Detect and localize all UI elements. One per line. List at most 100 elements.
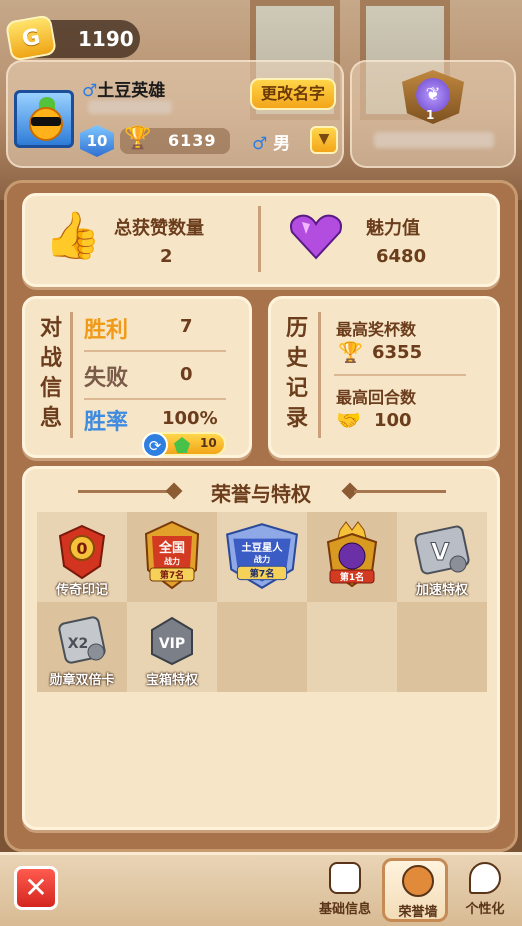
battle-title-char: 息 (39, 406, 62, 431)
lose-label: 失败 (84, 366, 129, 391)
male-icon: ♂ (252, 134, 268, 154)
honor-tile-potato-star[interactable]: 土豆星人 战力 第7名 (217, 512, 307, 602)
handshake-icon: 🤝 (336, 408, 361, 432)
battle-title-char: 信 (39, 376, 62, 401)
tab-label: 基础信息 (318, 902, 371, 917)
honor-tile-national[interactable]: 全国 战力 第7名 (127, 512, 217, 602)
gender-dropdown[interactable]: ▼ (310, 126, 338, 154)
badge-line: 第1名 (340, 571, 364, 583)
blurred-id (88, 100, 172, 114)
honor-tile-speed[interactable]: V 加速特权 (397, 512, 487, 602)
likes-label: 总获赞数量 (114, 218, 204, 239)
history-title-char: 记 (285, 376, 308, 401)
rename-button[interactable]: 更改名字 (250, 78, 336, 110)
tab-personalize[interactable]: 个性化 (452, 858, 518, 922)
gold-coin-icon: G (4, 14, 58, 62)
double-medal-card-icon: X2 (58, 616, 106, 664)
trophy-count: 6139 (168, 131, 217, 150)
max-trophy-label: 最高奖杯数 (336, 320, 417, 339)
battle-title-char: 对 (39, 316, 62, 341)
honor-tile-empty (217, 602, 307, 692)
chevron-down-icon: ▼ (318, 131, 330, 147)
row-divider (84, 350, 226, 352)
win-value: 7 (180, 316, 193, 337)
legend-count: 0 (76, 539, 87, 558)
max-round-label: 最高回合数 (336, 388, 417, 407)
honor-tile-empty (307, 602, 397, 692)
reset-stats-button[interactable]: ⟳ 10 (142, 432, 226, 458)
divider (318, 312, 321, 438)
divider (70, 312, 73, 438)
history-title-char: 史 (285, 346, 308, 371)
charm-value: 6480 (376, 246, 427, 267)
badge-line: 第7名 (250, 568, 275, 580)
blurred-text (374, 132, 494, 148)
battle-title-char: 战 (39, 346, 62, 371)
battle-title: 对 战 信 息 (38, 314, 64, 434)
row-divider (84, 398, 226, 400)
rank-first-badge-icon: 第1名 (326, 521, 378, 588)
history-title-char: 历 (285, 316, 308, 341)
honor-label: 勋章双倍卡 (49, 673, 115, 688)
history-title: 历 史 记 录 (284, 314, 310, 434)
honor-tile-empty (397, 602, 487, 692)
likes-value: 2 (160, 246, 173, 267)
avatar[interactable] (14, 90, 74, 148)
title-line-right (354, 490, 446, 493)
honor-tile-vip-chest[interactable]: VIP 宝箱特权 (127, 602, 217, 692)
tab-basic-info[interactable]: 基础信息 (312, 858, 378, 922)
history-title-char: 录 (285, 406, 308, 431)
basic-info-icon (329, 862, 361, 894)
refresh-icon: ⟳ (142, 432, 168, 458)
honor-label: 传奇印记 (55, 583, 108, 598)
badge-line: 战力 (164, 556, 180, 566)
honor-tile-double-medal[interactable]: X2 勋章双倍卡 (37, 602, 127, 692)
badge-level: 1 (426, 108, 435, 122)
max-trophy-value: 6355 (372, 342, 423, 363)
gem-icon (174, 437, 190, 453)
gender-display: ♂ 男 (252, 129, 290, 154)
row-divider (334, 374, 466, 376)
gender-label: 男 (273, 134, 291, 154)
charm-heart-icon (290, 214, 342, 260)
national-power-badge-icon: 全国 战力 第7名 (144, 520, 200, 590)
rate-label: 胜率 (84, 410, 129, 435)
badge-line: 第7名 (160, 569, 184, 581)
trophy-icon: 🏆 (338, 340, 363, 364)
player-name: ♂土豆英雄 (82, 76, 165, 101)
speed-privilege-icon: V (414, 525, 470, 575)
tab-label: 个性化 (465, 902, 505, 917)
tab-label: 荣誉墙 (398, 905, 438, 920)
badge-line: VIP (159, 636, 185, 652)
coin-counter[interactable]: G 1190 (4, 14, 140, 62)
wing-icon: ❦ (416, 78, 450, 112)
badge-line: X2 (68, 636, 89, 652)
palette-icon (469, 862, 501, 894)
reset-cost: 10 (200, 436, 217, 450)
player-name-text: 土豆英雄 (97, 81, 166, 101)
coin-amount: 1190 (78, 27, 134, 51)
legend-mark-icon: 0 (58, 524, 106, 580)
tab-honor-wall[interactable]: 荣誉墙 (382, 858, 448, 922)
honor-tile-legend[interactable]: 0 传奇印记 (37, 512, 127, 602)
max-round-value: 100 (374, 410, 412, 431)
badge-line: 全国 (158, 540, 185, 556)
charm-label: 魅力值 (366, 218, 420, 239)
honor-tile-rank1[interactable]: 第1名 (307, 512, 397, 602)
badge-line: V (431, 538, 450, 566)
close-button[interactable]: ✕ (14, 866, 58, 910)
divider (258, 206, 261, 272)
potato-star-power-badge-icon: 土豆星人 战力 第7名 (226, 523, 298, 589)
rate-value: 100% (162, 408, 218, 429)
thumbs-up-icon: 👍 (44, 208, 102, 262)
badge-line: 土豆星人 (241, 541, 283, 554)
honor-label: 加速特权 (415, 583, 468, 598)
win-label: 胜利 (84, 318, 129, 343)
honor-label: 宝箱特权 (145, 673, 198, 688)
honor-wall-icon (402, 865, 434, 897)
lose-value: 0 (180, 364, 193, 385)
trophy-icon: 🏆 (124, 126, 152, 151)
sunglasses-icon (31, 117, 61, 126)
badge-line: 战力 (254, 554, 270, 564)
vip-chest-icon: VIP (151, 616, 193, 666)
